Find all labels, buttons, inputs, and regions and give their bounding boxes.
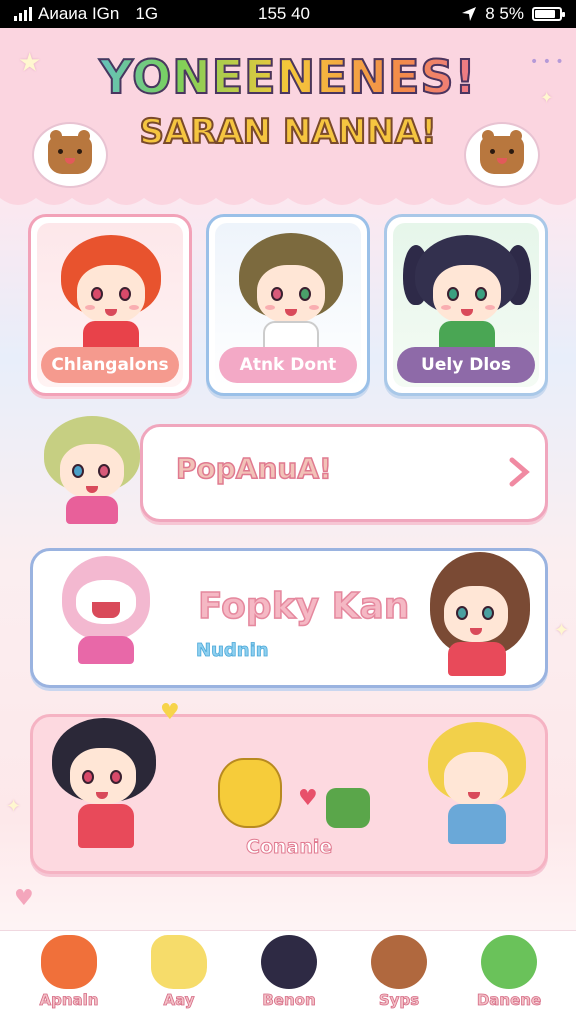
header-scallop: [0, 190, 576, 205]
banner-3-label: Conanie: [245, 836, 333, 859]
nav-item-3[interactable]: Benon: [234, 931, 344, 1024]
character-avatar-icon: [481, 935, 537, 989]
character-card-2[interactable]: Atnk Dont: [206, 214, 370, 396]
banner-1-title: PopAnuA!: [175, 451, 332, 486]
star-icon: ✦: [540, 88, 554, 107]
heart-icon: ♥: [14, 886, 34, 911]
sparkle-icon: ✦: [6, 796, 22, 817]
banner-2-subtitle: Nudnin: [196, 640, 269, 662]
carrier-label: Aᴎaᴎa IGn: [38, 4, 120, 23]
bottle-mascot: [218, 758, 282, 828]
nav-label: Aay: [163, 991, 195, 1010]
heart-icon: ♥: [298, 786, 318, 811]
chevron-right-icon[interactable]: [508, 456, 530, 488]
nav-label: Syps: [378, 991, 420, 1010]
nav-item-1[interactable]: Apnaln: [14, 931, 124, 1024]
nav-item-5[interactable]: Danene: [454, 931, 564, 1024]
clock: 155 40: [258, 4, 310, 23]
signal-icon: [14, 7, 32, 21]
nav-label: Danene: [476, 991, 542, 1010]
app-title: YONEENENES!: [60, 49, 516, 105]
battery-icon: [532, 7, 565, 21]
bottom-nav: Apnaln Aay Benon Syps Danene: [0, 930, 576, 1024]
app-subtitle: SARAN NANNA!: [138, 111, 437, 153]
nav-label: Benon: [262, 991, 316, 1010]
network-label: 1G: [135, 4, 159, 23]
star-icon: ★: [18, 48, 42, 78]
character-card-1[interactable]: Chlangalons: [28, 214, 192, 396]
location-arrow-icon: [462, 7, 477, 21]
bluetooth-battery-label: 8 5%: [485, 4, 524, 23]
character-avatar-icon: [371, 935, 427, 989]
bear-icon: [41, 935, 97, 989]
bear-mascot-right: [464, 122, 540, 188]
card-3-label: Uely Dlos: [397, 347, 535, 383]
sparkle-icon: ✦: [554, 620, 570, 641]
nav-item-2[interactable]: Aay: [124, 931, 234, 1024]
heart-icon: ♥: [160, 700, 180, 725]
dots-decoration: • • •: [530, 54, 564, 70]
card-2-label: Atnk Dont: [219, 347, 357, 383]
bear-mascot-left: [32, 122, 108, 188]
cake-icon: [326, 788, 370, 828]
card-1-label: Chlangalons: [41, 347, 179, 383]
character-card-3[interactable]: Uely Dlos: [384, 214, 548, 396]
nav-item-4[interactable]: Syps: [344, 931, 454, 1024]
status-bar: Aᴎaᴎa IGn 1G 155 40 8 5%: [0, 0, 576, 28]
cup-icon: [151, 935, 207, 989]
banner-2-title: Fopky Kan: [197, 585, 410, 628]
nav-label: Apnaln: [39, 991, 99, 1010]
character-avatar-icon: [261, 935, 317, 989]
